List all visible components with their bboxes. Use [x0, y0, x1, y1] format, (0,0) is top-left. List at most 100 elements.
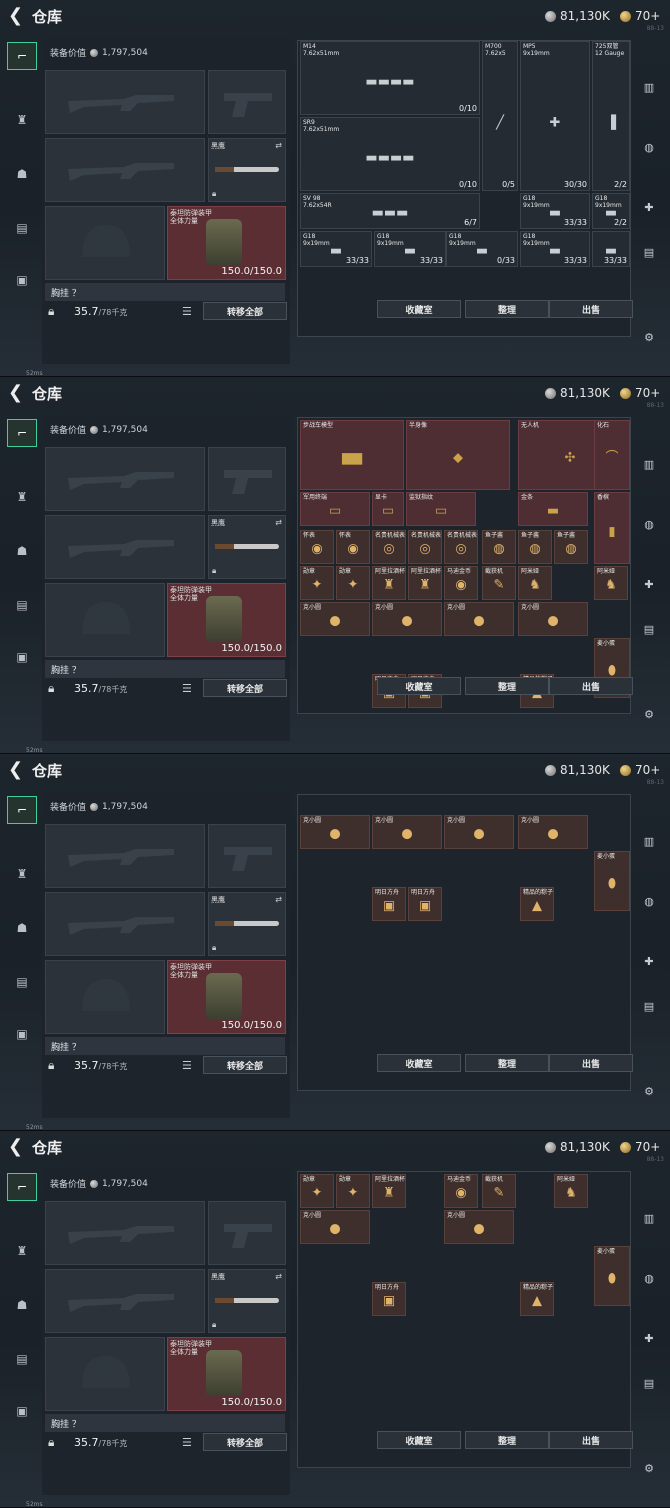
storage-item[interactable]: 鱼子酱 ◍: [482, 530, 516, 564]
armor-tab-icon[interactable]: ♜: [7, 1237, 37, 1265]
storage-item[interactable]: 阿里拉酒杯 ♜: [372, 1174, 406, 1208]
ammo-tab-icon[interactable]: ▥: [636, 453, 662, 475]
storage-item[interactable]: 精品的粽子 ▲: [520, 1282, 554, 1316]
storage-item[interactable]: ▬ 33/33: [592, 231, 630, 267]
weapon-tab-icon[interactable]: ⌐: [7, 419, 37, 447]
storage-item[interactable]: SV 98 7.62x54R ▬▬▬ 6/7: [300, 193, 480, 229]
secondary-weapon-slot[interactable]: [45, 138, 205, 202]
storage-item[interactable]: 鱼子酱 ◍: [518, 530, 552, 564]
swap-icon[interactable]: ⇄: [275, 895, 282, 904]
storage-item[interactable]: G18 9x19mm ▬ 0/33: [446, 231, 518, 267]
medical-tab-icon[interactable]: ✚: [636, 1327, 662, 1349]
grenade-tab-icon[interactable]: ◍: [636, 136, 662, 158]
storage-item[interactable]: 明日方舟 ▣: [408, 887, 442, 921]
collection-button[interactable]: 收藏室: [377, 300, 461, 318]
secondary-weapon-slot[interactable]: [45, 892, 205, 956]
storage-item[interactable]: SR9 7.62x51mm ▬▬▬▬ 0/10: [300, 117, 480, 191]
bag-tab-icon[interactable]: ▤: [7, 968, 37, 996]
case-tab-icon[interactable]: ▤: [636, 618, 662, 640]
storage-item[interactable]: 明日方舟 ▣: [372, 1282, 406, 1316]
helmet-slot[interactable]: [45, 583, 165, 657]
storage-item[interactable]: 克小圆 ●: [518, 602, 588, 636]
list-icon[interactable]: ☰: [182, 1436, 192, 1449]
storage-item[interactable]: 阿里拉酒杯 ♜: [372, 566, 406, 600]
storage-item[interactable]: 勋章 ✦: [336, 1174, 370, 1208]
storage-item[interactable]: 阿米娅 ♞: [594, 566, 628, 600]
storage-item[interactable]: 克小圆 ●: [444, 602, 514, 636]
list-icon[interactable]: ☰: [182, 305, 192, 318]
knife-slot[interactable]: 黑鹰 ⇄ 🔒︎: [208, 1269, 286, 1333]
armor-slot[interactable]: 泰坦防弹装甲 全体力量 150.0/150.0: [167, 1337, 286, 1411]
storage-item[interactable]: 名贵机械表 ◎: [444, 530, 478, 564]
storage-item[interactable]: 克小圆 ●: [518, 815, 588, 849]
armor-slot[interactable]: 泰坦防弹装甲 全体力量 150.0/150.0: [167, 206, 286, 280]
case-tab-icon[interactable]: ▤: [636, 241, 662, 263]
case-tab-icon[interactable]: ▣: [7, 1397, 37, 1425]
storage-item[interactable]: 马迪金币 ◉: [444, 566, 478, 600]
storage-item[interactable]: 克小圆 ●: [444, 815, 514, 849]
storage-item[interactable]: 麦小蛋 ⬮: [594, 851, 630, 911]
storage-item[interactable]: 截获机 ✎: [482, 566, 516, 600]
pistol-slot[interactable]: [208, 1201, 286, 1265]
sort-button[interactable]: 整理: [465, 1431, 549, 1449]
storage-item[interactable]: 勋章 ✦: [300, 566, 334, 600]
storage-item[interactable]: 化石 ⌒: [594, 420, 630, 490]
swap-icon[interactable]: ⇄: [275, 141, 282, 150]
case-tab-icon[interactable]: ▤: [636, 1372, 662, 1394]
ammo-tab-icon[interactable]: ▥: [636, 1207, 662, 1229]
pistol-slot[interactable]: [208, 824, 286, 888]
grenade-tab-icon[interactable]: ◍: [636, 1267, 662, 1289]
silver-currency[interactable]: 81,130K: [545, 386, 610, 400]
storage-item[interactable]: 马迪金币 ◉: [444, 1174, 478, 1208]
storage-item[interactable]: G18 9x19mm ▬ 2/2: [592, 193, 630, 229]
helmet-slot[interactable]: [45, 960, 165, 1034]
storage-item[interactable]: 阿米娅 ♞: [518, 566, 552, 600]
chevron-left-icon[interactable]: ❮: [8, 761, 23, 779]
storage-item[interactable]: 阿里拉酒杯 ♜: [408, 566, 442, 600]
lock-icon[interactable]: 🔒︎: [48, 1058, 62, 1072]
secondary-weapon-slot[interactable]: [45, 1269, 205, 1333]
storage-item[interactable]: M14 7.62x51mm ▬▬▬▬ 0/10: [300, 41, 480, 115]
ammo-tab-icon[interactable]: ▥: [636, 76, 662, 98]
knife-slot[interactable]: 黑鹰 ⇄ 🔒︎: [208, 892, 286, 956]
primary-weapon-slot[interactable]: [45, 447, 205, 511]
lock-icon[interactable]: 🔒︎: [48, 681, 62, 695]
transfer-all-button[interactable]: 转移全部: [203, 302, 287, 320]
armor-slot[interactable]: 泰坦防弹装甲 全体力量 150.0/150.0: [167, 960, 286, 1034]
storage-item[interactable]: 克小圆 ●: [372, 815, 442, 849]
ammo-tab-icon[interactable]: ▥: [636, 830, 662, 852]
gear-icon[interactable]: ⚙: [636, 1080, 662, 1102]
chest-rig-slot[interactable]: 胸挂 ？: [45, 1037, 285, 1055]
storage-item[interactable]: G18 9x19mm ▬ 33/33: [374, 231, 446, 267]
silver-currency[interactable]: 81,130K: [545, 9, 610, 23]
storage-item[interactable]: 香槟 ▮: [594, 492, 630, 564]
gold-currency[interactable]: 70+: [620, 1140, 660, 1154]
transfer-all-button[interactable]: 转移全部: [203, 679, 287, 697]
knife-slot[interactable]: 黑鹰 ⇄ 🔒︎: [208, 138, 286, 202]
collection-button[interactable]: 收藏室: [377, 677, 461, 695]
storage-item[interactable]: G18 9x19mm ▬ 33/33: [300, 231, 372, 267]
storage-item[interactable]: G18 9x19mm ▬ 33/33: [520, 231, 590, 267]
storage-item[interactable]: 名贵机械表 ◎: [408, 530, 442, 564]
secondary-weapon-slot[interactable]: [45, 515, 205, 579]
storage-item[interactable]: 725双管 12 Gauge ▐ 2/2: [592, 41, 630, 191]
chevron-left-icon[interactable]: ❮: [8, 1138, 23, 1156]
weapon-tab-icon[interactable]: ⌐: [7, 42, 37, 70]
storage-item[interactable]: 步战车模型 ▆▆: [300, 420, 404, 490]
gold-currency[interactable]: 70+: [620, 763, 660, 777]
pistol-slot[interactable]: [208, 70, 286, 134]
storage-item[interactable]: 精品的粽子 ▲: [520, 887, 554, 921]
armor-tab-icon[interactable]: ♜: [7, 483, 37, 511]
sell-button[interactable]: 出售: [549, 1054, 633, 1072]
storage-item[interactable]: MP5 9x19mm ✚ 30/30: [520, 41, 590, 191]
storage-item[interactable]: 金条 ▬: [518, 492, 588, 526]
case-tab-icon[interactable]: ▣: [7, 1020, 37, 1048]
storage-item[interactable]: 克小圆 ●: [372, 602, 442, 636]
storage-item[interactable]: 克小圆 ●: [300, 815, 370, 849]
storage-item[interactable]: 阿米娅 ♞: [554, 1174, 588, 1208]
helmet-slot[interactable]: [45, 1337, 165, 1411]
armor-tab-icon[interactable]: ♜: [7, 860, 37, 888]
gold-currency[interactable]: 70+: [620, 386, 660, 400]
chest-rig-slot[interactable]: 胸挂 ？: [45, 660, 285, 678]
silver-currency[interactable]: 81,130K: [545, 763, 610, 777]
